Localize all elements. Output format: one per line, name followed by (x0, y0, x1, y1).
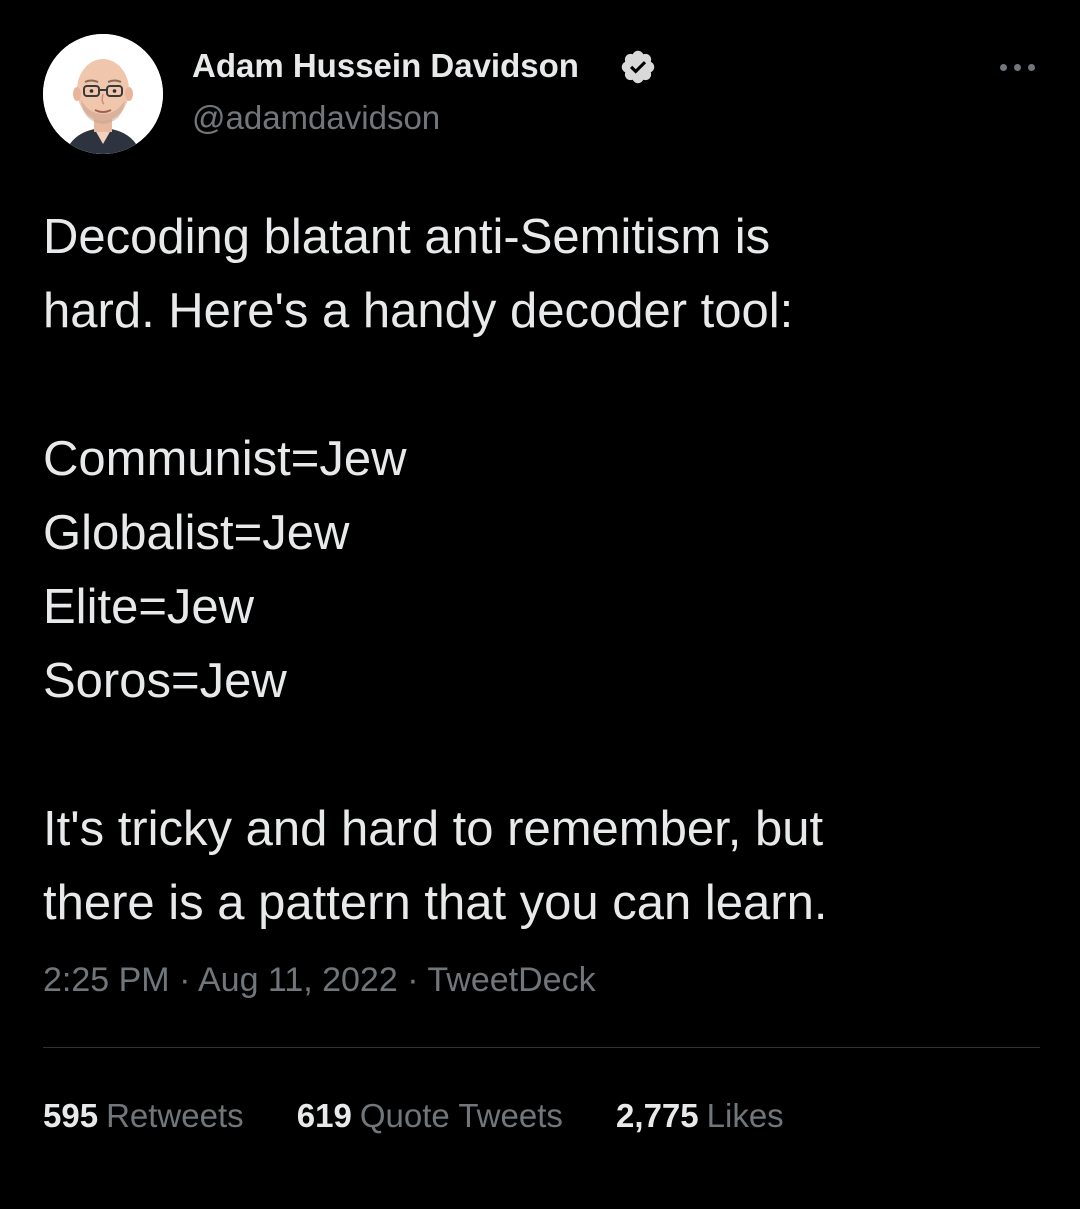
more-options-button[interactable] (996, 58, 1040, 78)
retweets-label: Retweets (106, 1097, 244, 1134)
engagement-stats: 595 Retweets 619 Quote Tweets 2,775 Likes (43, 1094, 828, 1138)
tweet-date[interactable]: Aug 11, 2022 (198, 961, 398, 999)
tweet-source[interactable]: TweetDeck (427, 961, 595, 999)
tweet-time[interactable]: 2:25 PM (43, 961, 170, 999)
quote-tweets-count: 619 (296, 1097, 352, 1134)
retweets-count: 595 (43, 1097, 99, 1134)
avatar[interactable] (43, 34, 163, 154)
avatar-cartoon-portrait (43, 34, 163, 154)
meta-separator: · (407, 961, 419, 999)
tweet-text-line: Communist=Jew (43, 432, 407, 486)
tweet-text-line: Globalist=Jew (43, 506, 350, 560)
tweet-text-line: there is a pattern that you can learn. (43, 876, 828, 930)
meta-separator: · (179, 961, 191, 999)
author-handle[interactable]: @adamdavidson (192, 98, 440, 138)
tweet-text-line: It's tricky and hard to remember, but (43, 802, 824, 856)
tweet-detail: Adam Hussein Davidson @adamdavidson Deco… (0, 0, 1080, 1209)
author-display-name[interactable]: Adam Hussein Davidson (192, 46, 579, 86)
tweet-text-line: hard. Here's a handy decoder tool: (43, 284, 794, 338)
quote-tweets-label: Quote Tweets (359, 1097, 563, 1134)
divider (43, 1047, 1040, 1048)
likes-stat[interactable]: 2,775 Likes (616, 1094, 784, 1138)
retweets-stat[interactable]: 595 Retweets (43, 1094, 244, 1138)
tweet-text-line: Decoding blatant anti-Semitism is (43, 210, 771, 264)
likes-count: 2,775 (616, 1097, 699, 1134)
tweet-text-line: Elite=Jew (43, 580, 255, 634)
tweet-text-line: Soros=Jew (43, 654, 287, 708)
verified-badge-icon (621, 50, 655, 84)
likes-label: Likes (706, 1097, 784, 1134)
tweet-text: Decoding blatant anti-Semitism is hard. … (43, 200, 1043, 940)
quote-tweets-stat[interactable]: 619 Quote Tweets (297, 1094, 563, 1138)
tweet-metadata: 2:25 PM · Aug 11, 2022 · TweetDeck (43, 958, 596, 1002)
